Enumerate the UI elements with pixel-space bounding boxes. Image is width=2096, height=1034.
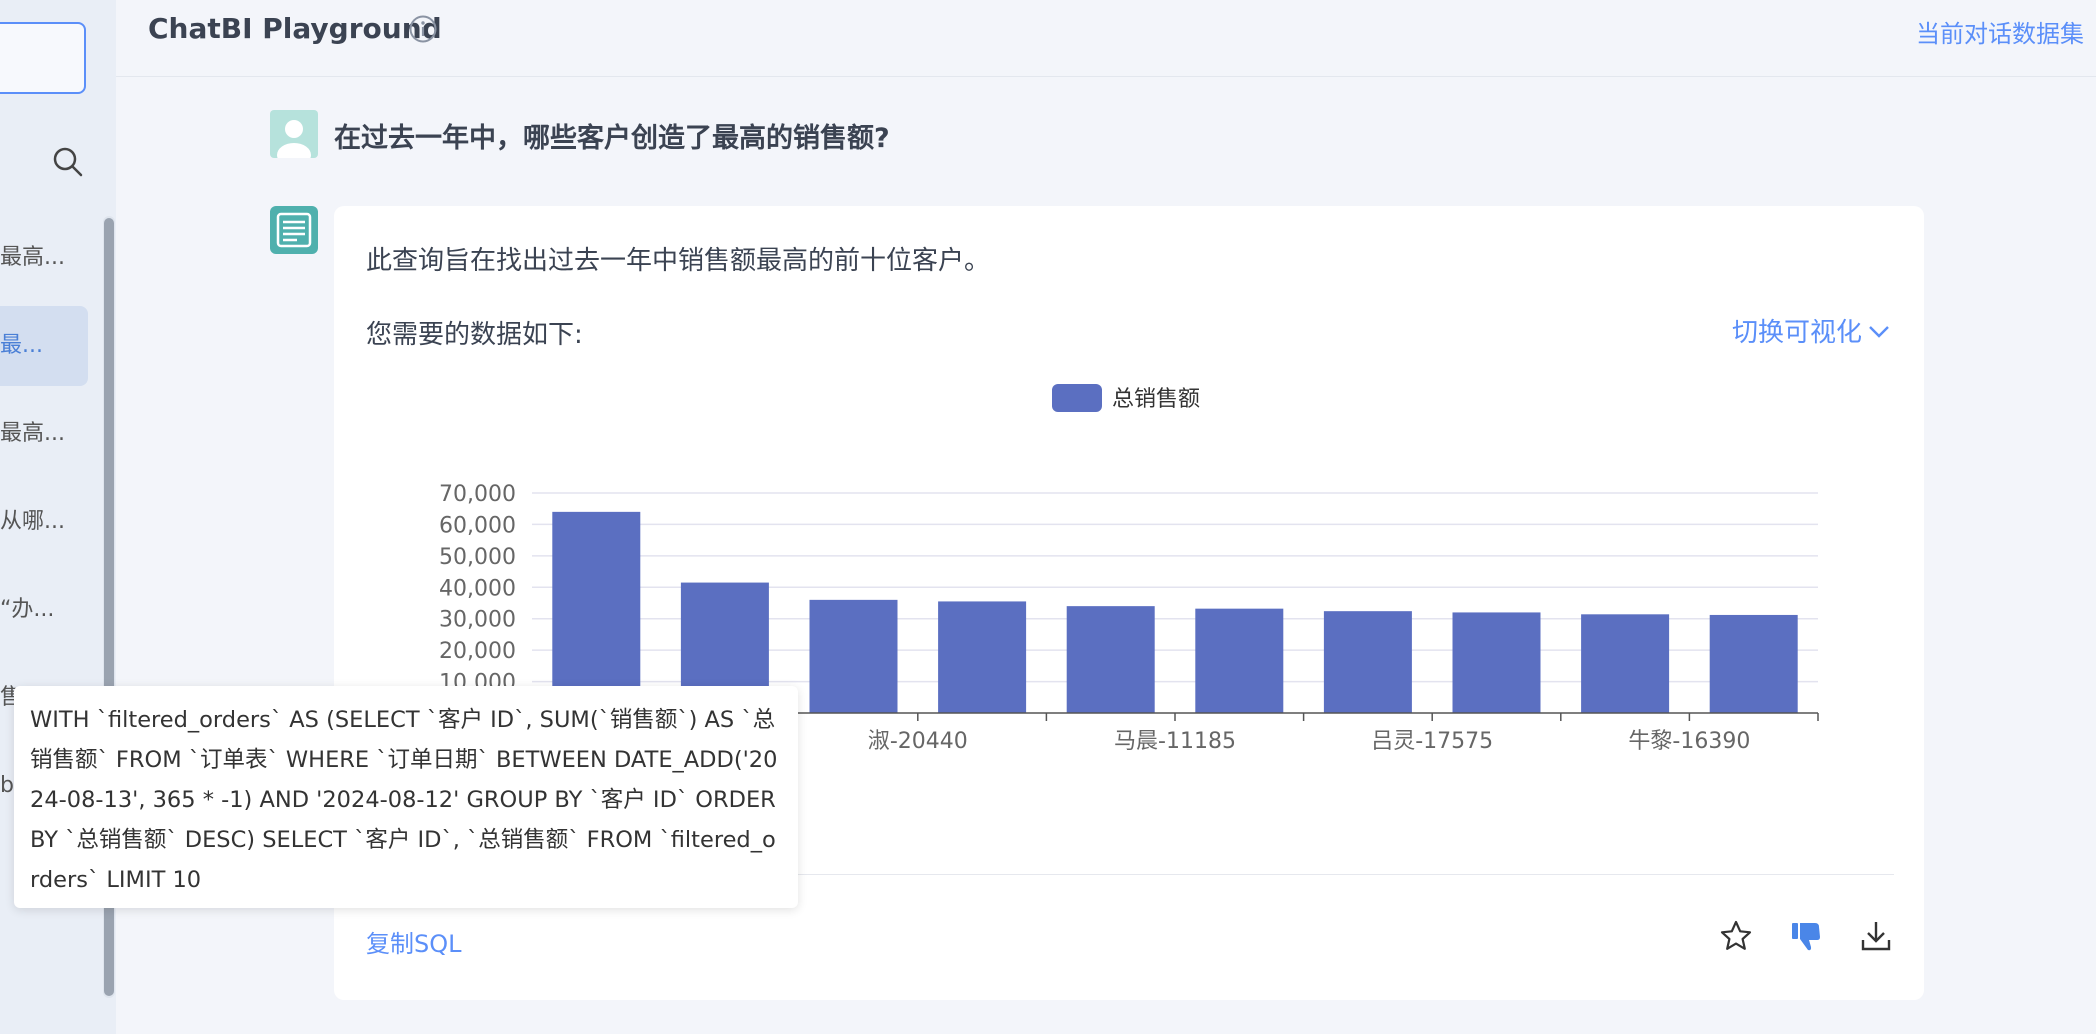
app-title: ChatBI Playground [148,12,442,45]
x-tick-label: 吕灵-17575 [1371,729,1493,754]
answer-summary: 此查询旨在找出过去一年中销售额最高的前十位客户。 [366,246,991,276]
legend-swatch [1052,384,1102,412]
download-icon[interactable] [1858,918,1894,954]
thumbs-down-icon[interactable] [1788,918,1824,954]
sidebar-item[interactable]: 最高... [0,394,88,474]
x-tick-label: 马晨-11185 [1114,729,1236,754]
info-icon[interactable] [408,14,438,44]
new-chat-input[interactable] [0,22,86,94]
sidebar-item-active[interactable]: 最... [0,306,88,386]
x-tick-label: 淑-20440 [868,729,968,754]
data-intro: 您需要的数据如下: [366,320,583,350]
toggle-visualization-button[interactable]: 切换可视化 [1732,312,1892,349]
y-tick-label: 20,000 [439,639,516,664]
assistant-avatar-icon [270,206,318,254]
bar [1709,614,1798,713]
y-tick-label: 50,000 [439,545,516,570]
bar [938,601,1027,713]
user-avatar [270,110,318,158]
x-tick-label: 牛黎-16390 [1628,729,1750,754]
bar [809,599,898,713]
search-icon[interactable] [50,144,86,180]
sidebar-item[interactable]: 从哪... [0,482,88,562]
toggle-visualization-label: 切换可视化 [1731,318,1862,348]
y-tick-label: 40,000 [439,576,516,601]
y-tick-label: 30,000 [439,608,516,633]
answer-actions [1718,918,1894,954]
bar [1066,606,1155,713]
sidebar-item[interactable]: “办... [0,570,88,650]
chevron-down-icon [1869,325,1889,338]
copy-sql-link[interactable]: 复制SQL [366,924,462,959]
sidebar-item[interactable]: 最高... [0,218,88,298]
star-icon[interactable] [1718,918,1754,954]
y-tick-label: 70,000 [439,482,516,507]
bar [552,511,641,713]
legend-label: 总销售额 [1112,387,1200,412]
sql-tooltip: WITH `filtered_orders` AS (SELECT `客户 ID… [14,686,798,908]
user-question: 在过去一年中，哪些客户创造了最高的销售额? [334,123,890,154]
current-dataset-link[interactable]: 当前对话数据集 [1916,14,2084,49]
y-tick-label: 60,000 [439,513,516,538]
bar [1323,611,1412,713]
bar [1452,612,1541,713]
header: ChatBI Playground 当前对话数据集 [116,0,2096,77]
bar [1581,614,1670,713]
bar [1195,608,1284,713]
